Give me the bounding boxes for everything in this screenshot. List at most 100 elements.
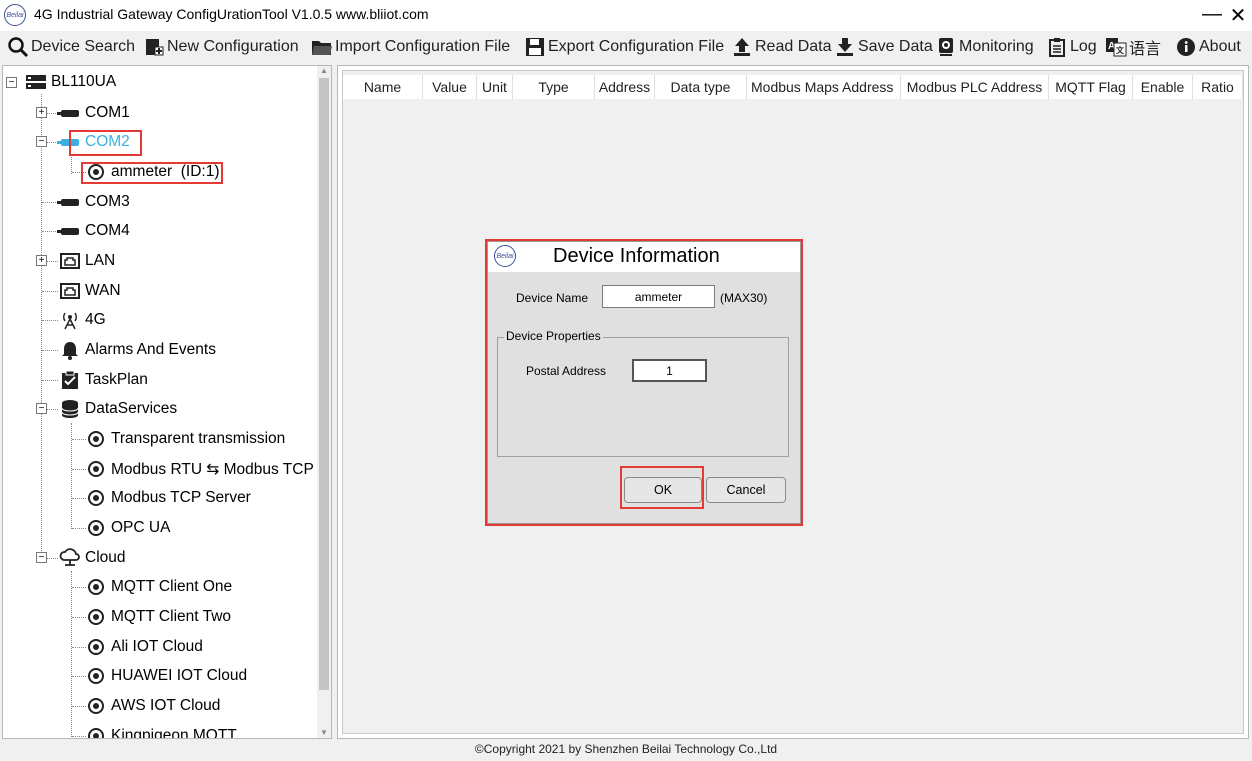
tree-connector [72,647,86,648]
tree-item-modbus-rtu-tcp[interactable]: Modbus RTU ⇆ Modbus TCP [85,456,314,482]
column-header-data-type[interactable]: Data type [655,75,747,99]
tree-item-kingpigeon[interactable]: Kingpigeon MQTT [85,723,237,739]
tree-item-opc-ua[interactable]: OPC UA [85,515,170,541]
column-header-modbus-plc-address[interactable]: Modbus PLC Address [901,75,1049,99]
device-icon [85,429,107,449]
minimize-button[interactable]: — [1200,3,1224,26]
new-file-icon [143,36,165,58]
cancel-button[interactable]: Cancel [706,477,786,503]
column-header-name[interactable]: Name [343,75,423,99]
tree-item-mqtt-two[interactable]: MQTT Client Two [85,604,231,630]
task-clipboard-icon [59,370,81,390]
tree-item-kingpigeon-label: Kingpigeon MQTT [111,727,237,739]
clipboard-icon [1046,36,1068,58]
column-header-ratio[interactable]: Ratio [1193,75,1243,99]
collapse-toggle[interactable]: − [36,403,47,414]
log-button[interactable]: Log [1046,35,1097,59]
monitor-icon [935,36,957,58]
tree-item-aws[interactable]: AWS IOT Cloud [85,693,220,719]
copyright-footer: ©Copyright 2021 by Shenzhen Beilai Techn… [474,742,778,756]
device-search-button[interactable]: Device Search [7,35,135,59]
serial-port-icon [57,221,81,241]
tree-connector [72,617,86,618]
serial-port-icon [57,103,81,123]
device-search-label: Device Search [31,38,136,55]
tree-item-com1-label: COM1 [85,104,130,121]
postal-address-input[interactable] [632,359,707,382]
about-button[interactable]: About [1175,35,1241,59]
language-button[interactable]: A文 语言 [1105,35,1161,59]
save-data-button[interactable]: Save Data [834,35,933,59]
collapse-toggle[interactable]: − [36,552,47,563]
tree-connector [72,676,86,677]
tree-item-cloud[interactable]: Cloud [59,545,126,571]
download-arrow-icon [834,36,856,58]
tree-item-huawei-label: HUAWEI IOT Cloud [111,667,248,684]
monitoring-label: Monitoring [959,38,1034,55]
column-header-mqtt-flag[interactable]: MQTT Flag [1049,75,1133,99]
column-header-enable[interactable]: Enable [1133,75,1193,99]
tree-item-aws-label: AWS IOT Cloud [111,697,221,714]
new-configuration-label: New Configuration [167,38,299,55]
collapse-toggle[interactable]: − [6,77,17,88]
tree-item-4g[interactable]: 4G [59,307,106,333]
tree-item-transparent-label: Transparent transmission [111,430,286,447]
ethernet-port-icon [59,251,81,271]
dialog-logo-text: Beilai [496,252,514,260]
app-logo-text: Beilai [6,11,24,19]
export-configuration-label: Export Configuration File [548,38,725,55]
info-icon [1175,36,1197,58]
tree-item-cloud-label: Cloud [85,549,126,566]
ok-highlight [620,466,704,509]
tree-item-root[interactable]: BL110UA [25,69,116,95]
close-button[interactable]: ✕ [1226,3,1250,28]
scrollbar-thumb[interactable] [319,78,329,690]
tree-item-huawei[interactable]: HUAWEI IOT Cloud [85,663,247,689]
new-configuration-button[interactable]: New Configuration [143,35,299,59]
device-icon [85,637,107,657]
table-header: Name Value Unit Type Address Data type M… [343,75,1243,99]
column-header-value[interactable]: Value [423,75,477,99]
export-configuration-button[interactable]: Export Configuration File [524,35,724,59]
expand-toggle[interactable]: + [36,255,47,266]
tree-item-transparent[interactable]: Transparent transmission [85,426,285,452]
tree-item-modbus-tcp-server-label: Modbus TCP Server [111,489,251,506]
device-icon [85,459,107,479]
tree-item-mqtt-one[interactable]: MQTT Client One [85,574,232,600]
tree-connector [72,587,86,588]
column-header-modbus-maps-address[interactable]: Modbus Maps Address [747,75,901,99]
tree-item-wan[interactable]: WAN [59,278,121,304]
column-header-address[interactable]: Address [595,75,655,99]
tree-item-ali-label: Ali IOT Cloud [111,638,203,655]
tree-item-taskplan[interactable]: TaskPlan [59,367,148,393]
device-name-input[interactable] [602,285,715,308]
tree-connector [72,469,86,470]
device-information-dialog: Beilai Device Information Device Name (M… [487,241,801,524]
tree-item-alarms[interactable]: Alarms And Events [59,337,216,363]
tree-item-modbus-tcp-server[interactable]: Modbus TCP Server [85,485,251,511]
device-tree-panel[interactable]: − + − + − − BL110UA COM1 COM2 ammeter (I… [2,65,332,739]
tree-item-com3[interactable]: COM3 [57,189,130,215]
tree-connector [42,291,58,292]
tree-item-dataservices-label: DataServices [85,400,178,417]
column-header-type[interactable]: Type [513,75,595,99]
scroll-up-icon[interactable]: ▲ [317,66,331,76]
tree-item-ali[interactable]: Ali IOT Cloud [85,634,203,660]
antenna-icon [59,310,81,330]
tree-item-lan[interactable]: LAN [59,248,115,274]
tree-connector [72,439,86,440]
read-data-button[interactable]: Read Data [731,35,832,59]
device-name-hint: (MAX30) [720,291,768,305]
collapse-toggle[interactable]: − [36,136,47,147]
column-header-unit[interactable]: Unit [477,75,513,99]
tree-item-mqtt-one-label: MQTT Client One [111,578,233,595]
expand-toggle[interactable]: + [36,107,47,118]
import-configuration-button[interactable]: Import Configuration File [311,35,510,59]
tree-item-com1[interactable]: COM1 [57,100,130,126]
tree-scrollbar[interactable]: ▲ ▼ [317,66,331,738]
tree-item-com4[interactable]: COM4 [57,218,130,244]
tree-item-dataservices[interactable]: DataServices [59,396,177,422]
monitoring-button[interactable]: Monitoring [935,35,1034,59]
tree-connector [42,380,58,381]
scroll-down-icon[interactable]: ▼ [317,728,331,738]
